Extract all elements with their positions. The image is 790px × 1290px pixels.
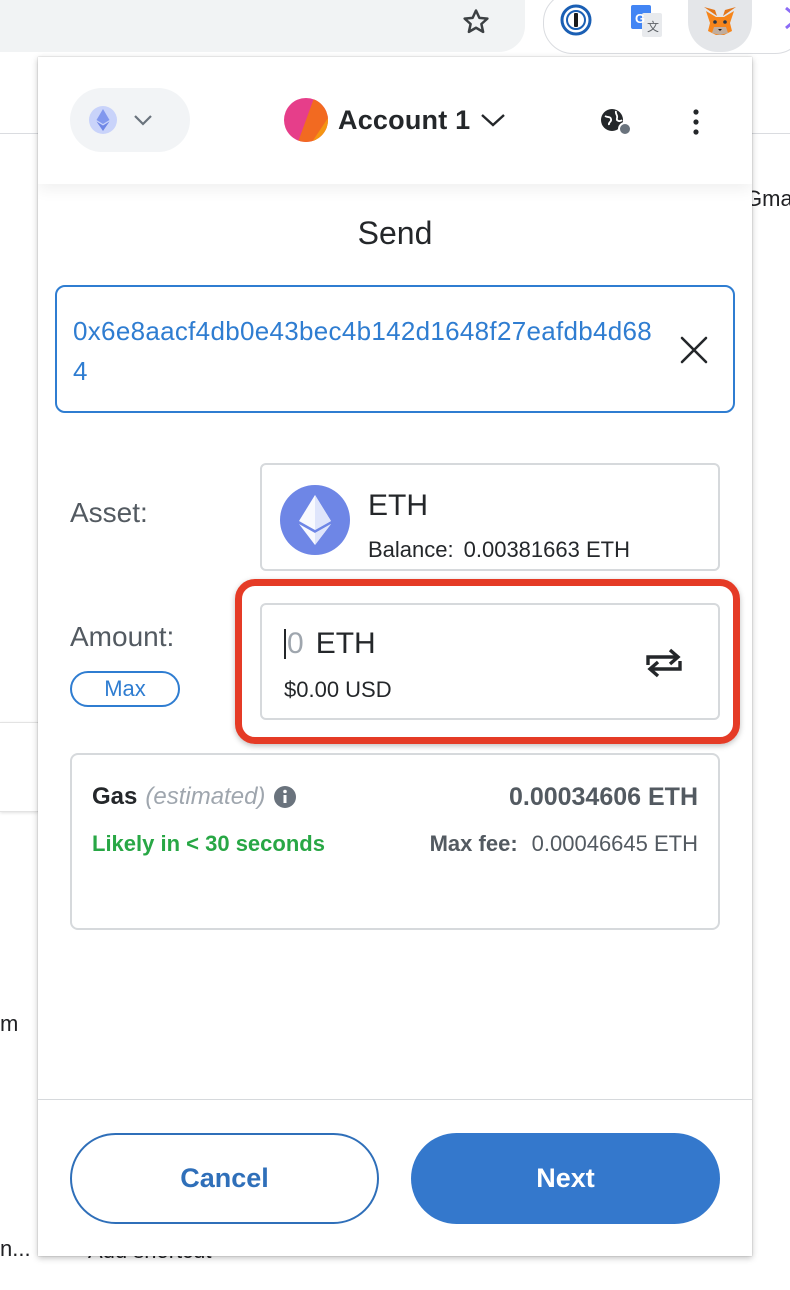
footer-divider: [38, 1099, 752, 1100]
password-manager-icon[interactable]: [560, 4, 592, 36]
clear-recipient-button[interactable]: [677, 333, 711, 367]
recipient-address: 0x6e8aacf4db0e43bec4b142d1648f27eafdb4d6…: [73, 316, 653, 386]
chevron-down-icon: [134, 115, 152, 126]
wallet-popup: Account 1 Send 0x6e8aacf4db0e43bec4b142d…: [38, 57, 752, 1256]
cancel-button[interactable]: Cancel: [70, 1133, 379, 1224]
max-fee-value: 0.00046645 ETH: [531, 831, 698, 856]
translate-icon[interactable]: G文: [630, 4, 664, 38]
recipient-input[interactable]: 0x6e8aacf4db0e43bec4b142d1648f27eafdb4d6…: [55, 285, 735, 413]
kebab-menu-icon: [693, 109, 699, 135]
amount-input-row[interactable]: 0 ETH: [284, 627, 376, 661]
amount-value: 0: [287, 627, 304, 660]
ethereum-icon: [89, 106, 117, 134]
popup-header: Account 1: [38, 57, 752, 184]
ethereum-icon: [280, 485, 350, 555]
browser-toolbar: G文: [0, 0, 790, 54]
swap-currency-button[interactable]: [642, 643, 686, 683]
asset-label: Asset:: [70, 497, 148, 528]
page-title: Send: [357, 215, 433, 251]
network-selector[interactable]: [70, 88, 190, 152]
text-caret: [284, 629, 286, 659]
balance-value: 0.00381663 ETH: [463, 537, 630, 562]
balance-label: Balance:: [368, 537, 454, 562]
connected-sites-button[interactable]: [598, 104, 634, 140]
account-menu-button[interactable]: Account 1: [284, 97, 506, 143]
asset-name: ETH: [368, 489, 428, 522]
page-divider: [752, 133, 790, 134]
max-fee-label: Max fee:: [429, 831, 518, 856]
page-divider: [0, 133, 38, 134]
gas-amount: 0.00034606 ETH: [508, 783, 698, 811]
more-options-button[interactable]: [681, 104, 711, 140]
amount-label: Amount:: [70, 621, 175, 652]
bookmark-star-icon[interactable]: [456, 2, 496, 42]
account-name: Account 1: [338, 104, 471, 135]
gas-label: Gas: [92, 783, 138, 810]
swap-arrows-icon: [646, 648, 682, 678]
svg-text:文: 文: [647, 19, 659, 34]
amount-unit: ETH: [315, 627, 376, 660]
next-button[interactable]: Next: [411, 1133, 720, 1224]
info-icon[interactable]: [273, 785, 297, 809]
gas-max-fee: Max fee: 0.00046645 ETH: [430, 831, 698, 857]
background-card: [0, 722, 38, 812]
asset-selector[interactable]: ETH Balance: 0.00381663 ETH: [260, 463, 720, 571]
close-icon: [680, 336, 708, 364]
gas-title: Gas (estimated): [92, 783, 297, 811]
gas-timing-estimate: Likely in < 30 seconds: [92, 831, 325, 856]
asset-balance: Balance: 0.00381663 ETH: [368, 537, 630, 563]
avatar: [284, 98, 328, 142]
max-button[interactable]: Max: [70, 671, 180, 707]
amount-input[interactable]: 0 ETH $0.00 USD: [260, 603, 720, 720]
chevron-down-icon: [481, 114, 506, 127]
amount-fiat-value: $0.00 USD: [284, 677, 392, 702]
gas-fee-panel[interactable]: Gas (estimated) 0.00034606 ETH Likely in…: [70, 753, 720, 930]
background-page-text: n...: [0, 1236, 31, 1261]
fox-icon: [704, 7, 736, 35]
gas-estimated-label: (estimated): [145, 783, 266, 810]
background-page-text: m: [0, 1011, 19, 1036]
svg-text:G: G: [635, 11, 645, 26]
extension-icon[interactable]: [772, 4, 790, 38]
address-bar[interactable]: [0, 0, 525, 52]
globe-icon: [601, 109, 632, 136]
